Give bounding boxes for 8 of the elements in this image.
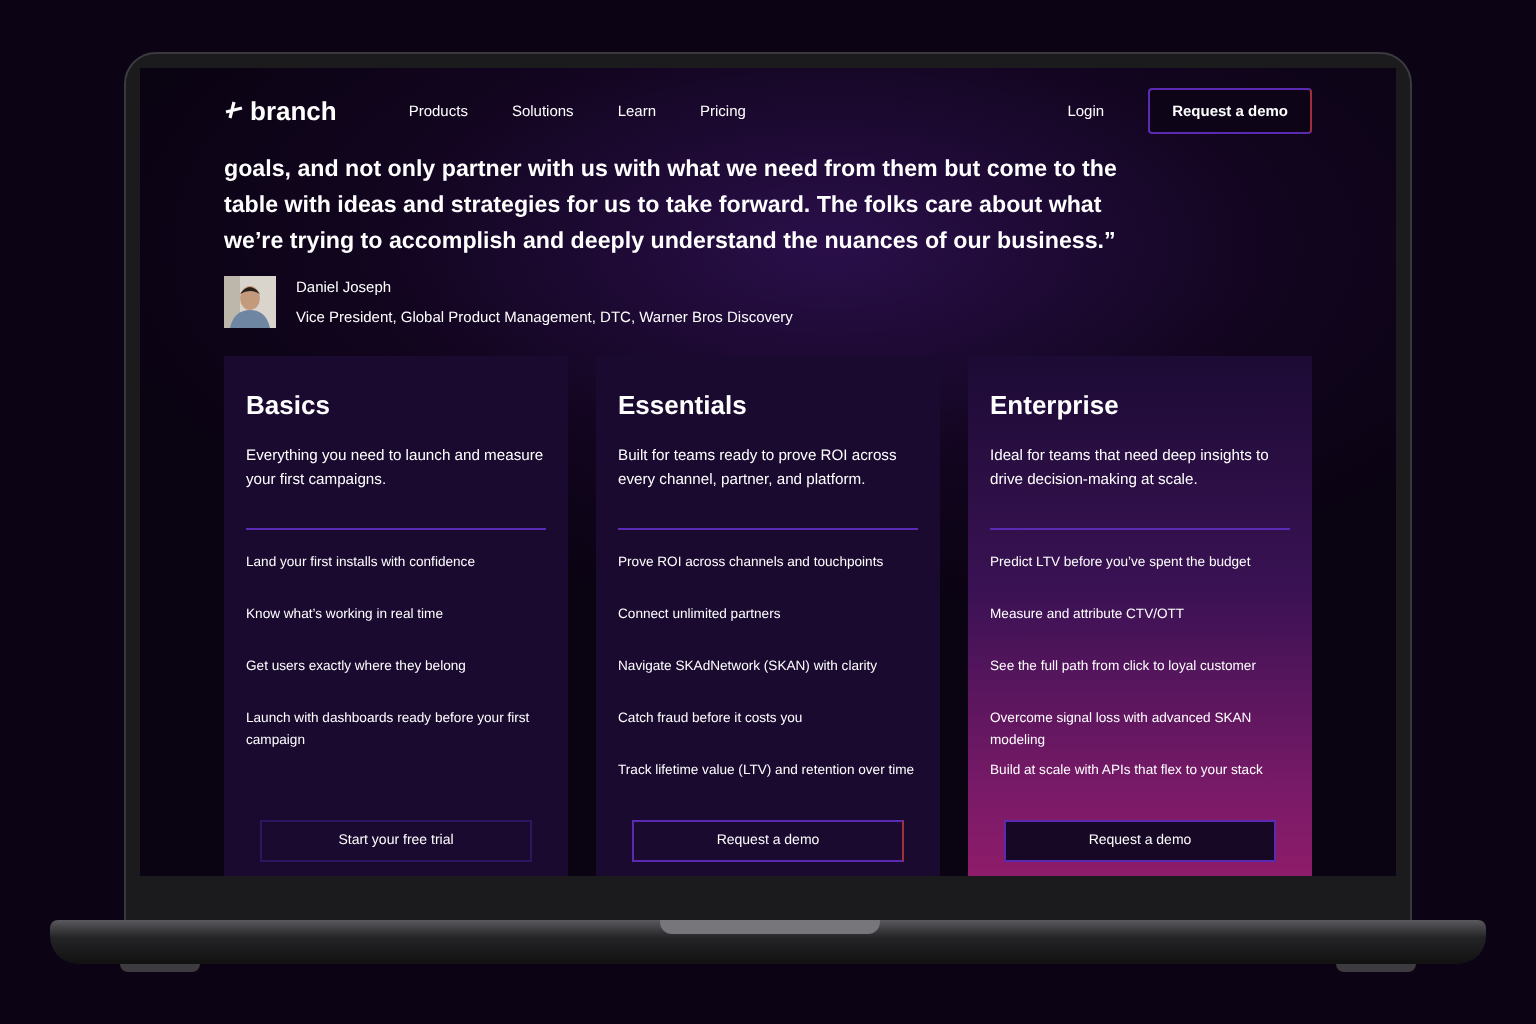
plan-title: Essentials (618, 390, 749, 420)
testimonial-quote: goals, and not only partner with us with what we need from them but come to the table with ideas and strategies for us to take forward. The folks care about what we’re trying to accomplish and deeply understand the nuances of our business.” (224, 154, 1119, 258)
logo-text[interactable]: branch (250, 95, 337, 125)
plan-title: Basics (246, 390, 332, 420)
laptop-foot (1336, 964, 1416, 972)
plan-title: Enterprise (990, 390, 1121, 420)
laptop-foot (120, 964, 200, 972)
logo-icon (224, 100, 244, 120)
